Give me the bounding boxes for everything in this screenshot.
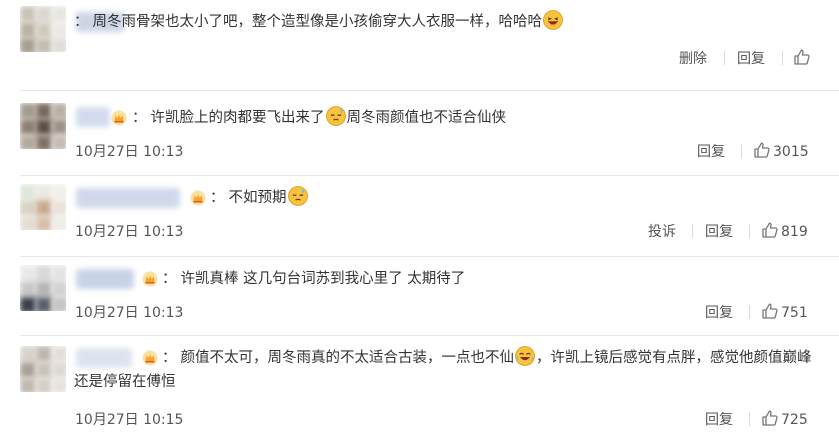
colon-separator: ：	[162, 350, 177, 366]
sweat-emoji-icon	[325, 106, 346, 126]
thumbs-up-icon	[794, 49, 810, 65]
action-divider	[782, 51, 783, 65]
reply-button[interactable]: 回复	[705, 409, 733, 429]
avatar[interactable]	[20, 346, 66, 392]
comment-timestamp: 10月27日 10:13	[75, 144, 184, 160]
avatar[interactable]	[20, 265, 66, 311]
comment-body-part-2: 周冬雨颜值也不适合仙侠	[346, 110, 507, 126]
thumbs-up-icon	[762, 303, 778, 319]
thumbs-up-icon	[762, 410, 778, 426]
tears-of-joy-emoji-icon	[515, 346, 535, 366]
comment-body: 不如预期	[228, 190, 287, 206]
avatar[interactable]	[20, 103, 66, 149]
comment-text: ：周冬雨骨架也太小了吧，整个造型像是小孩偷穿大人衣服一样，哈哈哈	[74, 10, 819, 34]
comment-item: ：周冬雨骨架也太小了吧，整个造型像是小孩偷穿大人衣服一样，哈哈哈 删除 回复	[0, 0, 839, 90]
reply-button[interactable]: 回复	[705, 221, 733, 241]
action-divider	[724, 51, 725, 65]
like-button[interactable]: 3015	[753, 141, 809, 160]
colon-separator: ：	[162, 271, 177, 287]
comment-item: ：颜值不太可，周冬雨真的不太适合古装，一点也不仙 ，许凯上镜后感觉有点胖，感觉他颜…	[0, 336, 839, 444]
like-count: 751	[781, 305, 808, 321]
action-divider	[741, 144, 742, 158]
action-divider	[692, 224, 693, 238]
like-button[interactable]: 725	[761, 409, 808, 428]
comment-body-part-1: 颜值不太可，周冬雨真的不太适合古装，一点也不仙	[180, 350, 515, 366]
comment-timestamp: 10月27日 10:15	[75, 412, 184, 428]
comment-text: ：许凯真棒 这几句台词苏到我心里了 太期待了	[74, 267, 819, 291]
thumbs-up-icon	[754, 142, 770, 158]
reply-button[interactable]: 回复	[705, 302, 733, 322]
laughing-emoji-icon	[543, 10, 563, 30]
delete-button[interactable]: 删除	[679, 48, 707, 68]
comment-item: ：许凯脸上的肉都要飞出来了 周冬雨颜值也不适合仙侠 10月27日 10:13 回复…	[0, 91, 839, 175]
like-count: 819	[781, 224, 808, 240]
comment-text: ：许凯脸上的肉都要飞出来了 周冬雨颜值也不适合仙侠	[74, 106, 819, 130]
reply-button[interactable]: 回复	[737, 48, 765, 68]
action-divider	[749, 224, 750, 238]
report-button[interactable]: 投诉	[648, 221, 676, 241]
sweat-emoji-icon	[287, 186, 308, 206]
like-count: 3015	[773, 144, 809, 160]
action-divider	[749, 305, 750, 319]
comment-text: ：不如预期	[74, 186, 819, 210]
colon-separator: ：	[210, 190, 225, 206]
avatar[interactable]	[20, 6, 66, 52]
like-button[interactable]	[793, 48, 813, 67]
reply-button[interactable]: 回复	[697, 141, 725, 161]
colon-separator: ：	[132, 110, 147, 126]
comment-body: 周冬雨骨架也太小了吧，整个造型像是小孩偷穿大人衣服一样，哈哈哈	[92, 14, 543, 30]
comment-item: ：不如预期 10月27日 10:13 投诉 回复 819	[0, 176, 839, 256]
like-button[interactable]: 819	[761, 221, 808, 240]
comment-text: ：颜值不太可，周冬雨真的不太适合古装，一点也不仙 ，许凯上镜后感觉有点胖，感觉他颜…	[74, 346, 819, 394]
like-button[interactable]: 751	[761, 302, 808, 321]
comment-item: ：许凯真棒 这几句台词苏到我心里了 太期待了 10月27日 10:13 回复 7…	[0, 257, 839, 335]
like-count: 725	[781, 412, 808, 428]
colon-separator: ：	[74, 14, 89, 30]
action-divider	[749, 412, 750, 426]
thumbs-up-icon	[762, 222, 778, 238]
comment-body: 许凯真棒 这几句台词苏到我心里了 太期待了	[180, 271, 466, 287]
comment-timestamp: 10月27日 10:13	[75, 305, 184, 321]
avatar[interactable]	[20, 184, 66, 230]
comment-body-part-1: 许凯脸上的肉都要飞出来了	[150, 110, 325, 126]
comment-timestamp: 10月27日 10:13	[75, 224, 184, 240]
